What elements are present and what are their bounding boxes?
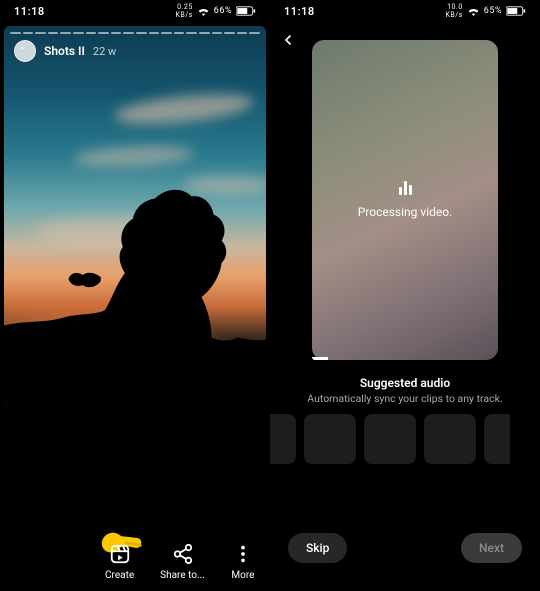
phone-screen-left: 11:18 0.25 KB/s 66% <box>0 0 270 591</box>
audio-tile[interactable] <box>364 414 416 464</box>
status-network-speed: 0.25 KB/s <box>176 3 193 19</box>
battery-icon <box>506 6 526 16</box>
status-time: 11:18 <box>14 5 45 18</box>
audio-tiles-row[interactable] <box>270 414 540 464</box>
chevron-left-icon <box>280 33 296 52</box>
avatar[interactable] <box>14 40 36 62</box>
status-bar: 11:18 0.25 KB/s 66% <box>0 0 270 22</box>
create-button[interactable]: Create <box>105 542 134 581</box>
audio-tile[interactable] <box>424 414 476 464</box>
wifi-icon <box>467 6 480 16</box>
status-battery-pct: 66% <box>214 6 232 16</box>
audio-wave-icon <box>399 181 412 195</box>
story-age: 22 w <box>93 45 116 58</box>
status-battery-pct: 65% <box>484 6 502 16</box>
suggested-subtitle: Automatically sync your clips to any tra… <box>270 392 540 405</box>
audio-tile[interactable] <box>270 414 296 464</box>
suggested-title: Suggested audio <box>270 376 540 390</box>
processing-text: Processing video. <box>358 205 453 219</box>
phone-screen-right: 11:18 10.0 KB/s 65% Proc <box>270 0 540 591</box>
create-label: Create <box>105 570 134 581</box>
nav-buttons: Skip Next <box>270 533 540 563</box>
video-preview: Processing video. <box>312 40 498 360</box>
status-bar: 11:18 10.0 KB/s 65% <box>270 0 540 22</box>
skip-button[interactable]: Skip <box>288 533 347 563</box>
battery-icon <box>236 6 256 16</box>
story-actions-bar: Create Share to... More <box>0 542 270 581</box>
story-username[interactable]: Shots II <box>44 44 85 58</box>
wifi-icon <box>197 6 210 16</box>
suggested-audio-section: Suggested audio Automatically sync your … <box>270 376 540 405</box>
status-time: 11:18 <box>284 5 315 18</box>
story-progress-segments <box>10 32 260 34</box>
back-button[interactable] <box>280 32 296 52</box>
more-button[interactable]: More <box>231 542 255 581</box>
audio-tile[interactable] <box>484 414 510 464</box>
audio-tile[interactable] <box>304 414 356 464</box>
status-network-speed: 10.0 KB/s <box>446 3 463 19</box>
share-icon <box>171 542 195 566</box>
share-label: Share to... <box>160 570 205 581</box>
reels-icon <box>108 542 132 566</box>
share-button[interactable]: Share to... <box>160 542 205 581</box>
story-viewer[interactable]: Shots II 22 w <box>4 26 266 406</box>
story-header[interactable]: Shots II 22 w <box>14 40 116 62</box>
story-image-silhouette <box>4 166 266 406</box>
next-button[interactable]: Next <box>461 533 522 563</box>
processing-progress <box>312 357 328 360</box>
more-vertical-icon <box>231 542 255 566</box>
more-label: More <box>231 570 254 581</box>
